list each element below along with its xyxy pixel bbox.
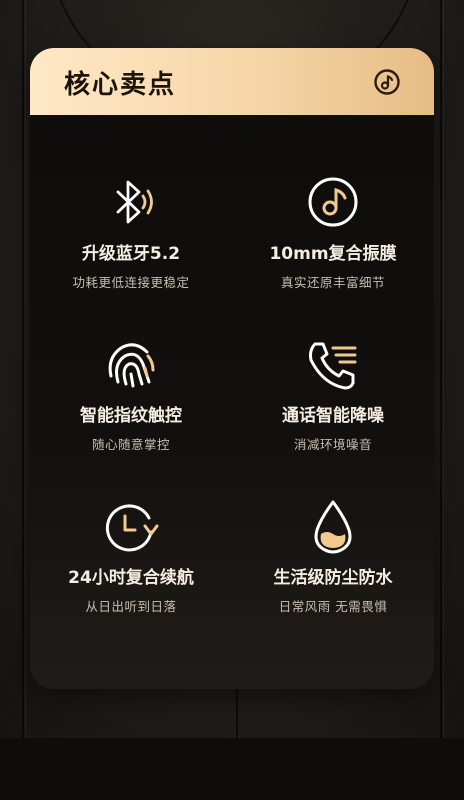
background-panel-line xyxy=(443,0,444,738)
section-title: 核心卖点 xyxy=(64,70,177,100)
bottom-strip xyxy=(0,738,464,800)
feature-title: 升级蓝牙5.2 xyxy=(81,244,181,264)
background-panel-line xyxy=(22,0,24,738)
feature-title: 智能指纹触控 xyxy=(80,406,182,426)
card-header: 核心卖点 xyxy=(30,48,434,115)
feature-subtitle: 日常风雨 无需畏惧 xyxy=(278,599,388,614)
clock-refresh-icon xyxy=(105,504,159,552)
phone-call-icon xyxy=(309,342,357,390)
background-panel-line xyxy=(25,0,26,738)
feature-title: 生活级防尘防水 xyxy=(273,568,393,588)
feature-subtitle: 消减环境噪音 xyxy=(293,437,372,452)
feature-subtitle: 真实还原丰富细节 xyxy=(280,275,385,290)
feature-title: 通话智能降噪 xyxy=(282,406,384,426)
background-panel-line xyxy=(236,690,238,738)
water-drop-icon xyxy=(314,500,352,554)
feature-subtitle: 从日出听到日落 xyxy=(85,599,177,614)
feature-subtitle: 随心随意掌控 xyxy=(91,437,170,452)
feature-title: 10mm复合振膜 xyxy=(269,244,397,264)
feature-title: 24小时复合续航 xyxy=(68,568,194,588)
feature-subtitle: 功耗更低连接更稳定 xyxy=(72,275,190,290)
music-note-circle-icon xyxy=(374,69,400,95)
bluetooth-icon xyxy=(116,180,153,224)
fingerprint-icon xyxy=(108,343,155,388)
background-panel-line xyxy=(440,0,442,738)
music-note-circle-icon xyxy=(308,177,358,227)
feature-card: 核心卖点 升级蓝牙5.2 功耗更低连接更稳定 10mm复合振膜 真实还原丰富细节 xyxy=(30,48,434,689)
